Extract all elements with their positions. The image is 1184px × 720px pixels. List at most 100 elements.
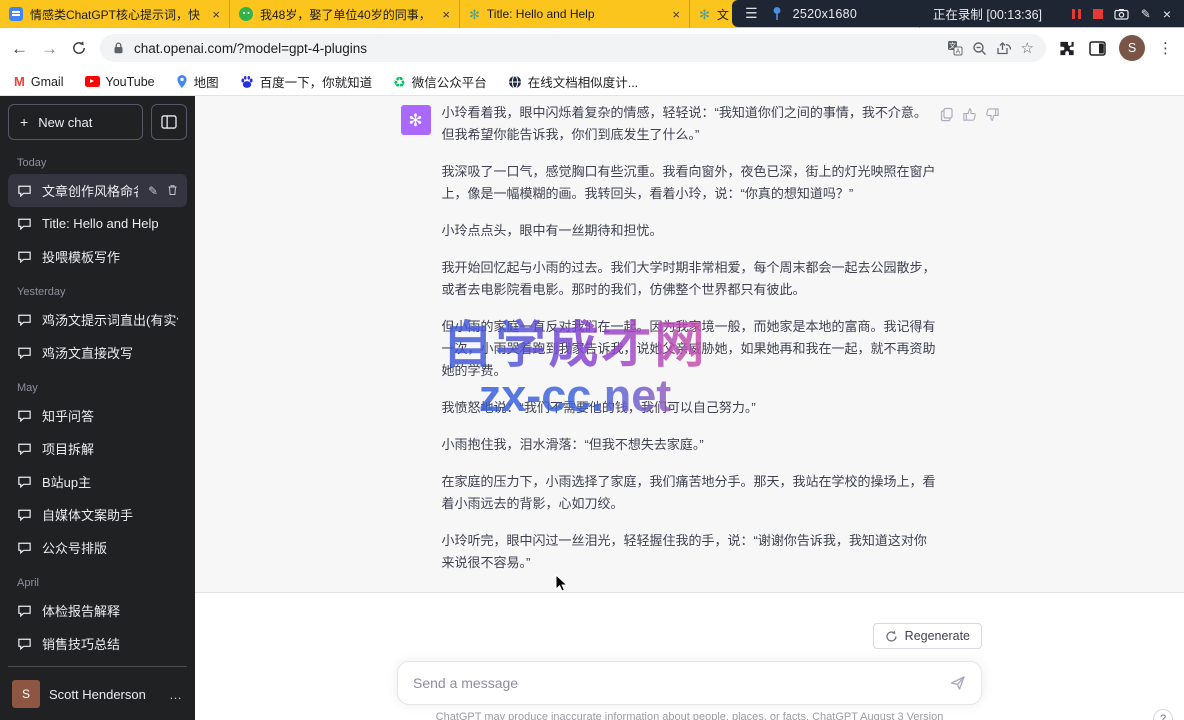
pause-icon[interactable] — [1071, 9, 1082, 19]
message-input-box[interactable] — [397, 661, 982, 705]
chat-item-label: 公众号排版 — [42, 538, 178, 557]
profile-avatar[interactable]: S — [1119, 35, 1145, 61]
tab-prompt-article[interactable]: 情感类ChatGPT核心提示词，快 × — [0, 0, 230, 28]
thumbs-up-icon[interactable] — [962, 107, 977, 122]
sidebar-chat-item[interactable]: 投喂模板写作 — [8, 240, 187, 273]
browser-menu-icon[interactable]: ⋮ — [1158, 39, 1173, 57]
message-paragraph: 小雨抱住我，泪水滑落：“但我不想失去家庭。” — [442, 434, 938, 456]
assistant-avatar: ✻ — [401, 105, 431, 135]
user-name: Scott Henderson — [49, 687, 160, 702]
user-avatar: S — [12, 680, 40, 708]
message-paragraph: 我深吸了一口气，感觉胸口有些沉重。我看向窗外，夜色已深，街上的灯光映照在窗户上，… — [442, 161, 938, 205]
address-bar[interactable]: chat.openai.com/?model=gpt-4-plugins 文A … — [100, 34, 1046, 62]
bookmark-wechat-platform[interactable]: ♻微信公众平台 — [393, 72, 487, 91]
new-chat-button[interactable]: + New chat — [8, 104, 143, 140]
forward-icon[interactable]: → — [41, 40, 58, 57]
chat-item-label: 鸡汤文直接改写 — [42, 343, 178, 362]
history-section-label: Today — [8, 144, 187, 174]
tab-close-icon[interactable]: × — [672, 7, 680, 22]
url-text[interactable]: chat.openai.com/?model=gpt-4-plugins — [134, 41, 938, 56]
sidebar-chat-item[interactable]: 知乎问答 — [8, 399, 187, 432]
send-button[interactable] — [943, 668, 973, 698]
chatgpt-favicon-icon: ✻ — [699, 8, 710, 21]
browser-window: 情感类ChatGPT核心提示词，快 × 我48岁，娶了单位40岁的同事， × ✻… — [0, 0, 1184, 720]
chat-item-label: B站up主 — [42, 472, 178, 491]
chat-main: ✻ 小玲看着我，眼中闪烁着复杂的情感，轻轻说：“我知道你们之间的事情，我不介意。… — [195, 96, 1184, 720]
openai-logo-icon: ✻ — [408, 112, 422, 129]
recorder-menu-icon[interactable]: ☰ — [745, 5, 758, 22]
chat-bubble-icon — [17, 441, 32, 456]
browser-toolbar: ← → chat.openai.com/?model=gpt-4-plugins… — [0, 28, 1184, 68]
collapse-sidebar-button[interactable] — [151, 104, 187, 140]
message-input[interactable] — [413, 675, 943, 691]
account-menu-icon[interactable]: … — [169, 687, 183, 702]
bookmark-baidu[interactable]: 百度一下，你就知道 — [240, 72, 373, 91]
bookmark-doc-similarity[interactable]: 在线文档相似度计... — [508, 72, 638, 91]
trash-icon[interactable] — [167, 184, 178, 196]
disclaimer-text: ChatGPT may produce inaccurate informati… — [397, 711, 982, 720]
copy-icon[interactable] — [940, 107, 954, 122]
camera-icon[interactable] — [1114, 8, 1129, 20]
gmail-icon: M — [14, 74, 25, 89]
document-favicon-icon — [9, 7, 23, 21]
sidebar-chat-item[interactable]: Title: Hello and Help — [8, 207, 187, 240]
sidebar-chat-item[interactable]: 鸡汤文提示词直出(有实例) — [8, 303, 187, 336]
annotate-pencil-icon[interactable]: ✎ — [1141, 7, 1151, 21]
share-icon[interactable] — [996, 41, 1012, 56]
side-panel-icon[interactable] — [1089, 41, 1106, 56]
extensions-puzzle-icon[interactable] — [1059, 40, 1076, 57]
chat-item-label: Title: Hello and Help — [42, 216, 178, 231]
tab-wechat-article[interactable]: 我48岁，娶了单位40岁的同事， × — [230, 0, 460, 28]
tab-close-icon[interactable]: × — [442, 7, 450, 22]
pin-icon[interactable] — [771, 6, 783, 21]
chat-item-label: 项目拆解 — [42, 439, 178, 458]
back-icon[interactable]: ← — [11, 40, 28, 57]
tab-title: 情感类ChatGPT核心提示词，快 — [30, 6, 205, 23]
bookmark-youtube[interactable]: YouTube — [85, 75, 155, 89]
tab-chatgpt-active[interactable]: ✻ Title: Hello and Help × — [460, 0, 690, 28]
sidebar-chat-item[interactable]: 公众号排版 — [8, 531, 187, 564]
account-row[interactable]: S Scott Henderson … — [8, 666, 187, 712]
help-badge[interactable]: ? — [1153, 709, 1173, 720]
bookmark-maps[interactable]: 地图 — [176, 72, 219, 91]
message-paragraph: 小玲看着我，眼中闪烁着复杂的情感，轻轻说：“我知道你们之间的事情，我不介意。但我… — [442, 102, 938, 146]
tab-close-icon[interactable]: × — [212, 7, 220, 22]
edit-icon[interactable]: ✎ — [148, 184, 158, 198]
bookmark-label: 地图 — [194, 72, 219, 91]
chat-bubble-icon — [17, 183, 32, 198]
bookmark-label: Gmail — [31, 75, 64, 89]
chat-bubble-icon — [17, 474, 32, 489]
tab-title: 我48岁，娶了单位40岁的同事， — [260, 6, 435, 23]
send-icon — [950, 675, 966, 691]
history-section-label: Yesterday — [8, 273, 187, 303]
chat-bubble-icon — [17, 408, 32, 423]
thumbs-down-icon[interactable] — [985, 107, 1000, 122]
bookmark-label: 在线文档相似度计... — [528, 72, 638, 91]
screen-recorder-toolbar: ☰ 2520x1680 正在录制 [00:13:36] ✎ × — [732, 0, 1184, 27]
stop-icon[interactable] — [1093, 9, 1103, 19]
chat-item-label: 销售技巧总结 — [42, 634, 178, 653]
chat-history-list: Today 文章创作风格命名：风 ✎ Title: Hello and Help… — [8, 144, 187, 664]
youtube-icon — [85, 76, 100, 87]
sidebar-chat-item[interactable]: 鸡汤文直接改写 — [8, 336, 187, 369]
sidebar-chat-item[interactable]: 自媒体文案助手 — [8, 498, 187, 531]
sidebar-chat-item[interactable]: 旅行导游助手 — [8, 660, 187, 664]
message-paragraph: 在家庭的压力下，小雨选择了家庭，我们痛苦地分手。那天，我站在学校的操场上，看着小… — [442, 471, 938, 515]
sidebar-chat-item[interactable]: 体检报告解释 — [8, 594, 187, 627]
bookmark-star-icon[interactable]: ☆ — [1021, 39, 1034, 57]
tab-strip: 情感类ChatGPT核心提示词，快 × 我48岁，娶了单位40岁的同事， × ✻… — [0, 0, 1184, 28]
chat-bubble-icon — [17, 249, 32, 264]
chat-item-label: 体检报告解释 — [42, 601, 178, 620]
zoom-out-icon[interactable] — [972, 41, 987, 56]
regenerate-button[interactable]: Regenerate — [873, 623, 982, 649]
recorder-close-icon[interactable]: × — [1163, 6, 1171, 22]
history-section-label: April — [8, 564, 187, 594]
sidebar-chat-item-current[interactable]: 文章创作风格命名：风 ✎ — [8, 174, 187, 207]
chat-bubble-icon — [17, 312, 32, 327]
reload-icon[interactable] — [71, 40, 87, 56]
translate-icon[interactable]: 文A — [947, 40, 963, 56]
sidebar-chat-item[interactable]: B站up主 — [8, 465, 187, 498]
bookmark-gmail[interactable]: M Gmail — [14, 74, 64, 89]
sidebar-chat-item[interactable]: 项目拆解 — [8, 432, 187, 465]
sidebar-chat-item[interactable]: 销售技巧总结 — [8, 627, 187, 660]
